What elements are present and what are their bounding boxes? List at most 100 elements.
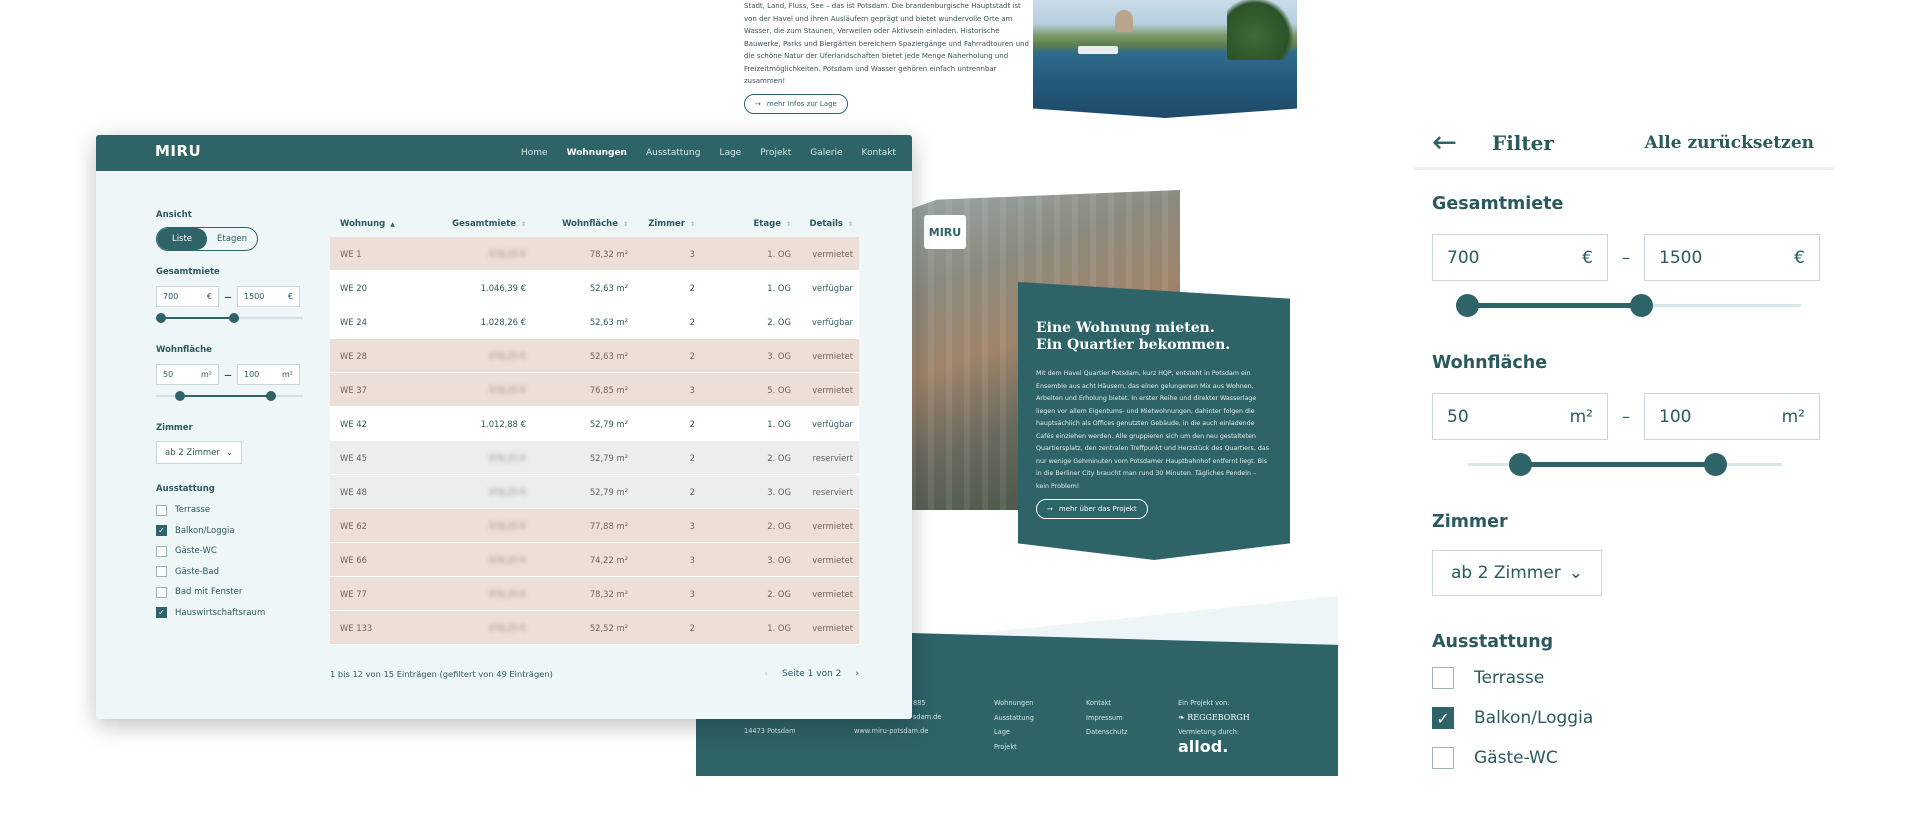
table-row[interactable]: WE 45 978,25 € 52,79 m² 2 2. OG reserviert	[330, 441, 859, 475]
checkbox-icon[interactable]	[156, 566, 167, 578]
area-slider[interactable]	[1468, 452, 1782, 476]
table-row[interactable]: WE 1 978,25 € 78,32 m² 3 1. OG vermietet	[330, 237, 859, 271]
nav-projekt[interactable]: Projekt	[760, 148, 791, 158]
status-cell[interactable]: vermietet	[791, 249, 853, 259]
feature-checkbox-row[interactable]: ✓ Balkon/Loggia	[156, 521, 306, 542]
status-cell[interactable]: reserviert	[791, 487, 853, 497]
nav-lage[interactable]: Lage	[719, 148, 741, 158]
checkbox-checked-icon[interactable]: ✓	[1432, 707, 1454, 729]
status-cell[interactable]: vermietet	[791, 589, 853, 599]
reggeborgh-logo: ❧ REGGEBORGH	[1178, 712, 1250, 722]
area-max-input[interactable]: 100 m²	[1644, 393, 1820, 440]
status-cell[interactable]: vermietet	[791, 623, 853, 633]
status-cell[interactable]: vermietet	[791, 521, 853, 531]
table-row[interactable]: WE 28 978,25 € 52,63 m² 2 3. OG vermietet	[330, 339, 859, 373]
status-cell[interactable]: verfügbar	[791, 317, 853, 327]
status-cell[interactable]: reserviert	[791, 453, 853, 463]
col-header-details[interactable]: Details ⇕	[791, 219, 853, 229]
checkbox-checked-icon[interactable]: ✓	[156, 607, 167, 619]
reset-all-button[interactable]: Alle zurücksetzen	[1645, 133, 1834, 153]
slider-handle-max[interactable]	[1629, 294, 1653, 317]
rent-slider[interactable]	[156, 313, 303, 323]
footer-link[interactable]: Wohnungen	[994, 696, 1034, 711]
table-row[interactable]: WE 77 978,25 € 78,32 m² 3 2. OG vermietet	[330, 577, 859, 611]
slider-handle-max[interactable]	[228, 313, 239, 323]
table-row[interactable]: WE 133 978,25 € 52,52 m² 2 1. OG vermietet	[330, 611, 859, 645]
col-header-gesamtmiete[interactable]: Gesamtmiete ⇕	[398, 219, 526, 229]
checkbox-icon[interactable]	[156, 586, 167, 598]
checkbox-icon[interactable]	[156, 504, 167, 516]
project-info-button[interactable]: → mehr über das Projekt	[1036, 499, 1148, 519]
floor-cell: 3. OG	[767, 350, 791, 361]
view-list-button[interactable]: Liste	[157, 228, 207, 250]
nav-ausstattung[interactable]: Ausstattung	[646, 148, 700, 158]
feature-checkbox-row[interactable]: Gäste-Bad	[156, 562, 306, 583]
checkbox-checked-icon[interactable]: ✓	[156, 525, 167, 537]
status-cell[interactable]: vermietet	[791, 351, 853, 361]
feature-checkbox-row[interactable]: Gäste-WC	[1432, 738, 1834, 778]
table-row[interactable]: WE 20 1.046,39 € 52,63 m² 2 1. OG verfügbar	[330, 271, 859, 305]
area-min-input[interactable]: 50 m²	[156, 364, 219, 385]
rooms-select[interactable]: ab 2 Zimmer ⌄	[1432, 550, 1602, 596]
miru-logo[interactable]: MIRU	[155, 142, 201, 160]
area-max-input[interactable]: 100 m²	[237, 364, 300, 385]
feature-checkbox-row[interactable]: Terrasse	[1432, 658, 1834, 698]
col-header-wohnung[interactable]: Wohnung ▲	[330, 219, 398, 229]
rent-slider[interactable]	[1456, 293, 1801, 317]
slider-handle-min[interactable]	[156, 313, 166, 323]
col-header-etage[interactable]: Etage ⇕	[695, 219, 792, 229]
footer-link[interactable]: Kontakt	[1086, 696, 1127, 711]
rent-min-input[interactable]: 700 €	[156, 286, 219, 307]
status-cell[interactable]: vermietet	[791, 385, 853, 395]
col-header-wohnflaeche[interactable]: Wohnfläche ⇕	[526, 219, 628, 229]
feature-checkbox-row[interactable]: Gäste-WC	[156, 541, 306, 562]
filter-title: Filter	[1492, 130, 1554, 155]
table-row[interactable]: WE 24 1.028,26 € 52,63 m² 2 2. OG verfügbar	[330, 305, 859, 339]
slider-handle-max[interactable]	[265, 391, 276, 401]
arrow-left-icon[interactable]: ←	[1432, 125, 1492, 160]
slider-handle-min[interactable]	[175, 391, 186, 401]
status-cell[interactable]: verfügbar	[791, 419, 853, 429]
nav-kontakt[interactable]: Kontakt	[862, 148, 896, 158]
nav-home[interactable]: Home	[521, 148, 548, 158]
feature-checkbox-row[interactable]: Terrasse	[156, 500, 306, 521]
slider-handle-max[interactable]	[1703, 453, 1727, 476]
rent-min-input[interactable]: 700 €	[1432, 234, 1608, 281]
rooms-cell: 3	[689, 554, 695, 565]
area-min-input[interactable]: 50 m²	[1432, 393, 1608, 440]
feature-checkbox-row[interactable]: ✓ Hauswirtschaftsraum	[156, 603, 306, 624]
feature-checkbox-row[interactable]: ✓ Balkon/Loggia	[1432, 698, 1834, 738]
table-row[interactable]: WE 48 978,25 € 52,79 m² 2 3. OG reserviert	[330, 475, 859, 509]
checkbox-icon[interactable]	[1432, 667, 1454, 689]
status-cell[interactable]: vermietet	[791, 555, 853, 565]
checkbox-icon[interactable]	[156, 545, 167, 557]
chevron-left-icon[interactable]: ‹	[764, 669, 768, 679]
rent-max-input[interactable]: 1500 €	[237, 286, 300, 307]
footer-link[interactable]: Projekt	[994, 740, 1034, 755]
footer-link[interactable]: Ausstattung	[994, 711, 1034, 726]
rent-range: 700 € – 1500 €	[156, 286, 306, 307]
status-cell[interactable]: verfügbar	[791, 283, 853, 293]
chevron-right-icon[interactable]: ›	[855, 669, 859, 679]
table-row[interactable]: WE 42 1.012,88 € 52,79 m² 2 1. OG verfügbar	[330, 407, 859, 441]
footer-link[interactable]: Datenschutz	[1086, 725, 1127, 740]
area-slider[interactable]	[156, 391, 303, 401]
rooms-select[interactable]: ab 2 Zimmer ⌄	[156, 441, 242, 464]
footer-link[interactable]: Lage	[994, 725, 1034, 740]
col-header-zimmer[interactable]: Zimmer ⇕	[628, 219, 695, 229]
nav-galerie[interactable]: Galerie	[810, 148, 842, 158]
location-info-button[interactable]: → mehr Infos zur Lage	[744, 94, 848, 114]
table-row[interactable]: WE 37 978,25 € 76,85 m² 3 5. OG vermietet	[330, 373, 859, 407]
table-row[interactable]: WE 66 978,25 € 74,22 m² 3 3. OG vermietet	[330, 543, 859, 577]
slider-handle-min[interactable]	[1508, 453, 1532, 476]
slider-handle-min[interactable]	[1456, 294, 1479, 317]
footer-website-link[interactable]: www.miru-potsdam.de	[854, 724, 928, 739]
table-row[interactable]: WE 62 978,25 € 77,88 m² 3 2. OG vermietet	[330, 509, 859, 543]
footer-link[interactable]: Impressum	[1086, 711, 1127, 726]
nav-wohnungen[interactable]: Wohnungen	[567, 148, 627, 158]
view-floors-button[interactable]: Etagen	[207, 228, 257, 250]
checkbox-icon[interactable]	[1432, 747, 1454, 769]
feature-checkbox-row[interactable]: Bad mit Fenster	[156, 582, 306, 603]
rent-label: Gesamtmiete	[156, 267, 220, 277]
rent-max-input[interactable]: 1500 €	[1644, 234, 1820, 281]
